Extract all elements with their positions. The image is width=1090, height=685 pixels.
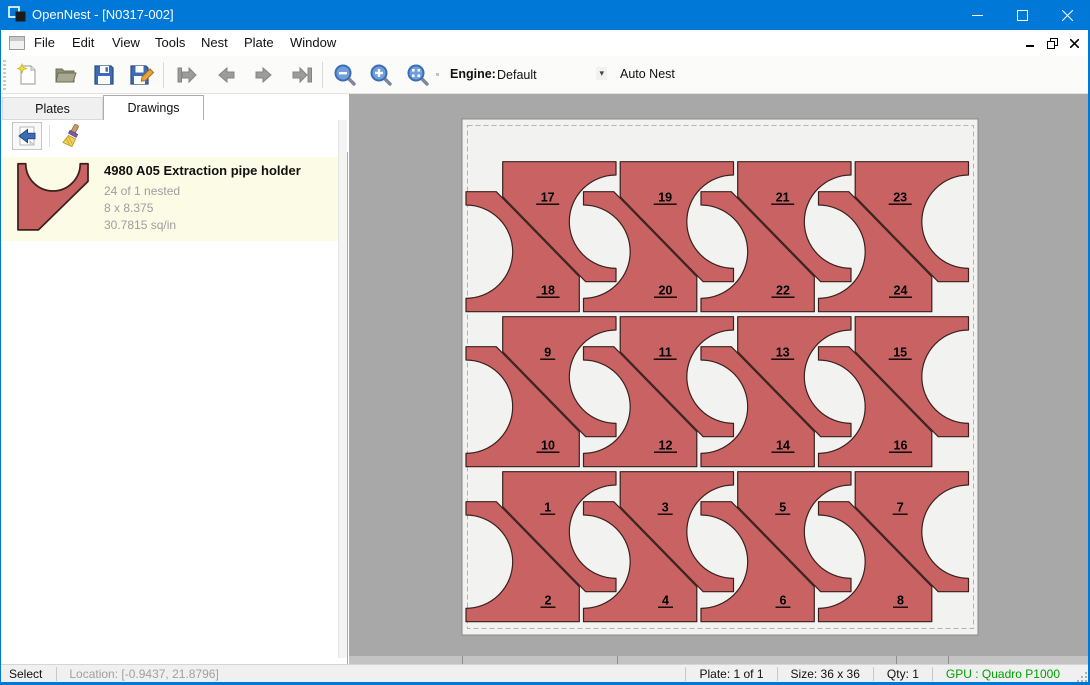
chevron-down-icon[interactable]: ▾ (596, 67, 607, 80)
part-number-label: 16 (894, 439, 908, 453)
status-bar: Select Location: [-0.9437, 21.8796] Plat… (0, 664, 1090, 682)
close-button[interactable] (1045, 0, 1090, 30)
part-number-label: 15 (893, 346, 907, 360)
zoom-extents-button[interactable] (403, 61, 433, 89)
previous-plate-button[interactable] (211, 61, 241, 89)
menu-edit[interactable]: Edit (68, 35, 98, 50)
main-toolbar: Engine: Default ▾ Auto Nest (0, 56, 1090, 94)
part-number-label: 12 (659, 439, 673, 453)
first-plate-button[interactable] (172, 61, 202, 89)
part-thumbnail (12, 162, 94, 237)
engine-value: Default (497, 68, 537, 82)
canvas-horizontal-scrollbar[interactable] (349, 656, 1090, 664)
drawing-list-item[interactable]: 4980 A05 Extraction pipe holder 24 of 1 … (0, 157, 339, 241)
part-number-label: 13 (776, 346, 790, 360)
app-icon (8, 6, 28, 24)
part-number-label: 3 (662, 501, 669, 515)
part-number-label: 5 (779, 501, 786, 515)
gpu-status: GPU : Quadro P1000 (932, 667, 1073, 681)
part-number-label: 10 (541, 439, 555, 453)
clean-button[interactable] (56, 122, 86, 150)
import-drawing-button[interactable] (12, 122, 42, 150)
window-border-left (0, 30, 1, 682)
tab-strip: Plates Drawings (0, 94, 348, 120)
title-bar: OpenNest - [N0317-002] (0, 0, 1090, 30)
location-status: Location: [-0.9437, 21.8796] (57, 667, 230, 681)
toolbar-separator-dot (436, 73, 439, 76)
part-number-label: 19 (658, 191, 672, 205)
mode-status: Select (0, 667, 56, 681)
part-number-label: 11 (659, 346, 672, 360)
tab-drawings[interactable]: Drawings (103, 95, 204, 120)
menu-bar: File Edit View Tools Nest Plate Window (0, 30, 1090, 56)
engine-select[interactable]: Default ▾ (497, 64, 609, 86)
sidebar: Plates Drawings (0, 94, 348, 664)
auto-nest-button[interactable]: Auto Nest (620, 67, 675, 81)
mdi-minimize-button[interactable] (1022, 36, 1038, 50)
drawing-title: 4980 A05 Extraction pipe holder (104, 163, 301, 178)
part-number-label: 23 (893, 191, 907, 205)
resize-grip[interactable] (1075, 670, 1087, 682)
menu-view[interactable]: View (108, 35, 144, 50)
part-number-label: 24 (894, 284, 908, 298)
qty-status: Qty: 1 (873, 667, 932, 681)
part-number-label: 14 (776, 439, 790, 453)
menu-file[interactable]: File (30, 35, 59, 50)
minimize-button[interactable] (955, 0, 1000, 30)
tab-plates[interactable]: Plates (2, 97, 103, 120)
sidebar-scrollbar[interactable] (338, 120, 347, 658)
panel-separator (49, 125, 50, 147)
plate-status: Plate: 1 of 1 (685, 667, 776, 681)
document-window-icon[interactable] (9, 36, 25, 50)
part-number-label: 9 (544, 346, 551, 360)
maximize-button[interactable] (1000, 0, 1045, 30)
last-plate-button[interactable] (287, 61, 317, 89)
next-plate-button[interactable] (249, 61, 279, 89)
part-number-label: 2 (545, 594, 552, 608)
toolbar-separator (322, 62, 323, 88)
app-window: OpenNest - [N0317-002] File Edit View To… (0, 0, 1090, 685)
menu-tools[interactable]: Tools (151, 35, 189, 50)
drawing-nested-count: 24 of 1 nested (104, 184, 180, 198)
nest-canvas[interactable]: 171921231820222491113151012141613572468 (349, 94, 1090, 664)
broom-icon (60, 124, 82, 148)
drawing-size: 8 x 8.375 (104, 201, 153, 215)
part-number-label: 22 (776, 284, 790, 298)
mdi-restore-button[interactable] (1044, 36, 1060, 50)
part-number-label: 8 (897, 594, 904, 608)
main-body: Plates Drawings (0, 94, 1090, 664)
engine-label: Engine: (450, 67, 496, 81)
part-number-label: 6 (780, 594, 787, 608)
part-number-label: 7 (897, 501, 904, 515)
part-number-label: 1 (544, 501, 551, 515)
window-title: OpenNest - [N0317-002] (32, 7, 174, 22)
menu-nest[interactable]: Nest (197, 35, 232, 50)
part-number-label: 18 (541, 284, 555, 298)
part-number-label: 4 (662, 594, 669, 608)
save-edit-button[interactable] (127, 61, 157, 89)
part-number-label: 21 (776, 191, 790, 205)
drawing-area: 30.7815 sq/in (104, 218, 176, 232)
drawings-toolbar (0, 120, 348, 152)
toolbar-grip[interactable] (3, 60, 6, 90)
zoom-in-button[interactable] (366, 61, 396, 89)
part-number-label: 17 (541, 191, 555, 205)
zoom-out-button[interactable] (330, 61, 360, 89)
new-button[interactable] (12, 61, 42, 89)
size-status: Size: 36 x 36 (777, 667, 873, 681)
menu-window[interactable]: Window (286, 35, 340, 50)
toolbar-separator (163, 62, 164, 88)
mdi-close-button[interactable] (1066, 36, 1082, 50)
open-button[interactable] (50, 61, 80, 89)
part-number-label: 20 (659, 284, 673, 298)
menu-plate[interactable]: Plate (240, 35, 278, 50)
save-button[interactable] (89, 61, 119, 89)
